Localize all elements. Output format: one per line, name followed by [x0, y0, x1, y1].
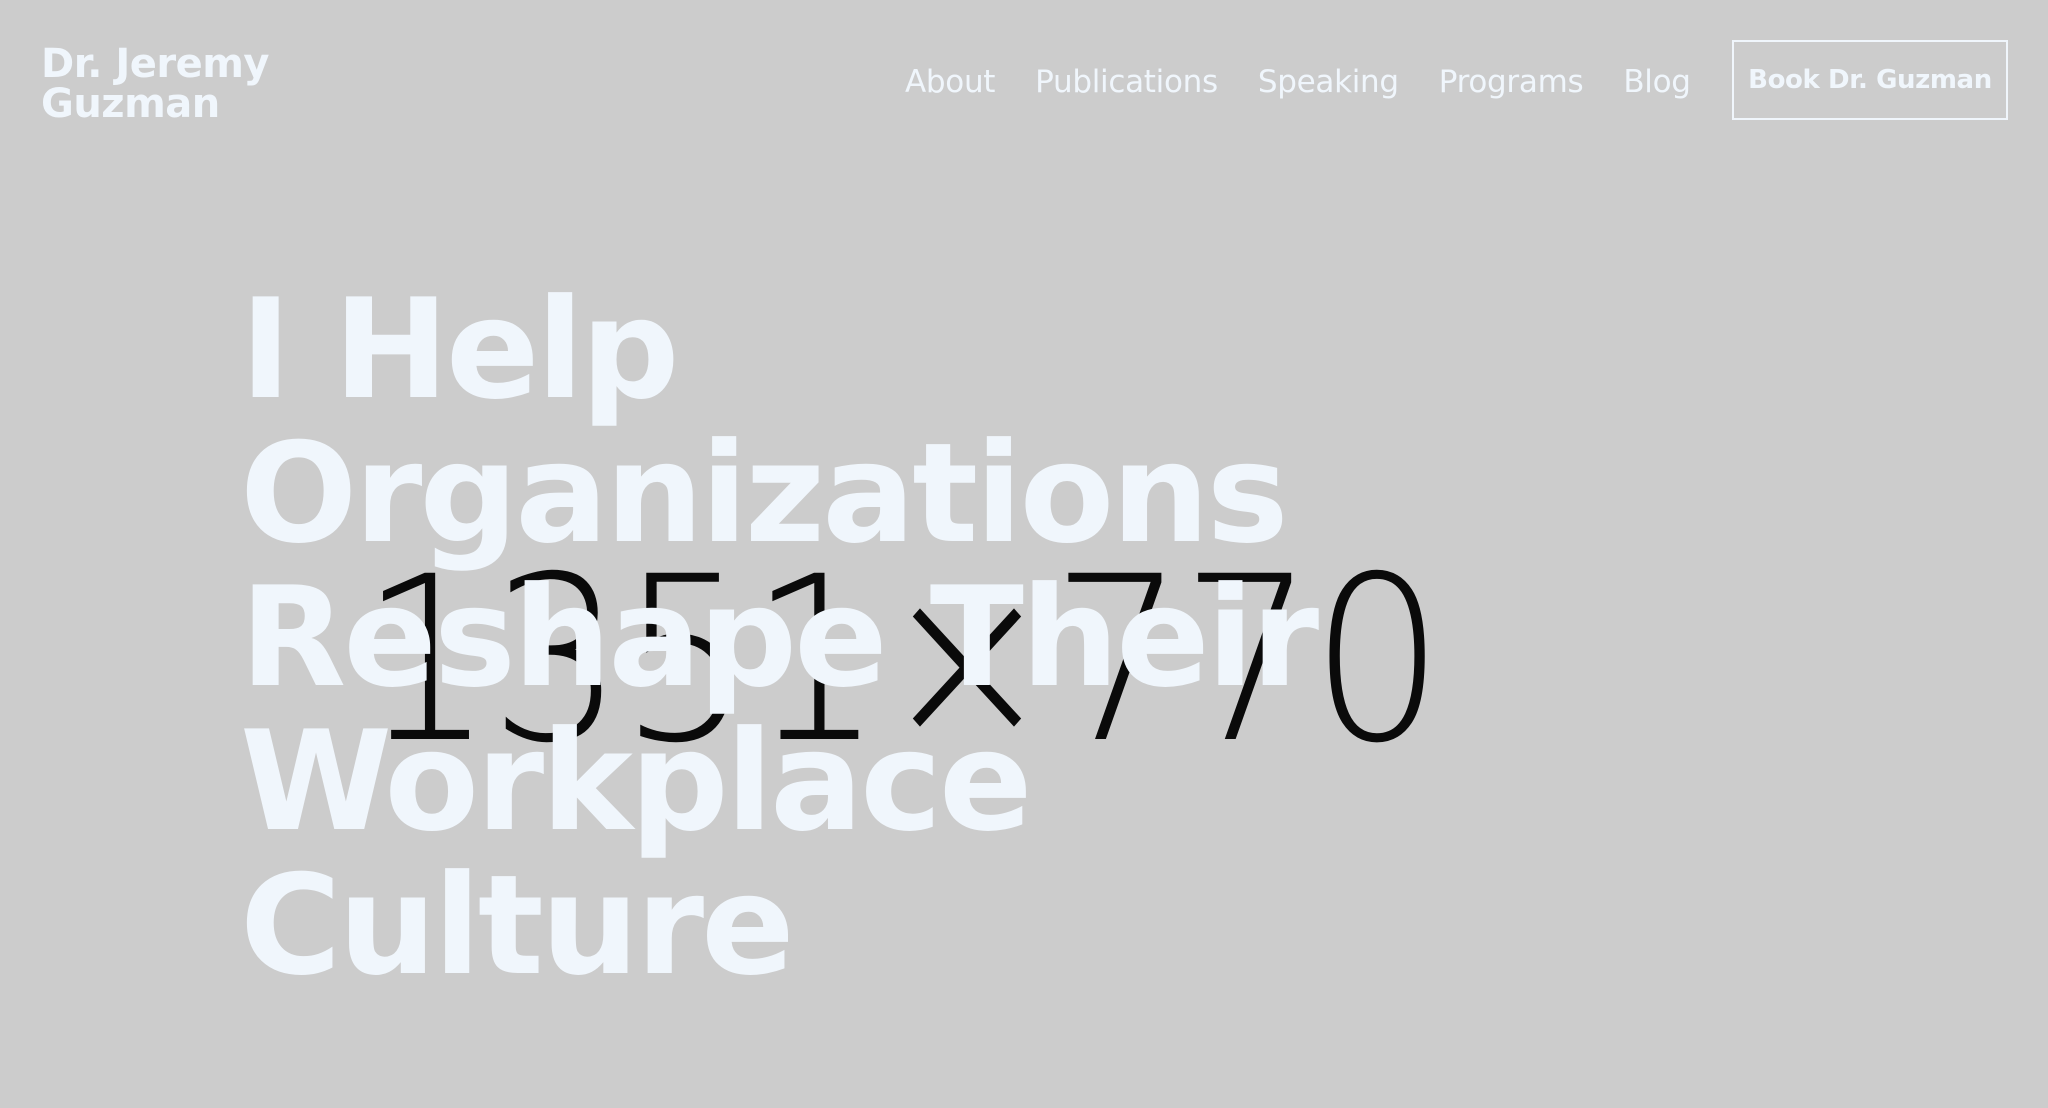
headline-line: I Help: [240, 269, 680, 430]
brand-line-2: Guzman: [41, 81, 220, 127]
brand-line-1: Dr. Jeremy: [41, 41, 269, 87]
nav-item-publications[interactable]: Publications: [1035, 62, 1218, 102]
book-button[interactable]: Book Dr. Guzman: [1732, 40, 2008, 120]
hero-headline: I Help Organizations Reshape Their Workp…: [240, 269, 1319, 1006]
headline-line: Organizations: [240, 413, 1289, 574]
headline-line: Workplace: [240, 701, 1033, 862]
nav-item-speaking[interactable]: Speaking: [1258, 62, 1399, 102]
nav-item-blog[interactable]: Blog: [1623, 62, 1691, 102]
headline-line: Culture: [240, 845, 795, 1006]
main-nav: About Publications Speaking Programs Blo…: [905, 62, 1691, 102]
brand-logo[interactable]: Dr. Jeremy Guzman: [41, 44, 269, 124]
page: Dr. Jeremy Guzman About Publications Spe…: [0, 0, 2048, 1108]
nav-item-about[interactable]: About: [905, 62, 995, 102]
nav-item-programs[interactable]: Programs: [1439, 62, 1584, 102]
headline-line: Reshape Their: [240, 557, 1319, 718]
